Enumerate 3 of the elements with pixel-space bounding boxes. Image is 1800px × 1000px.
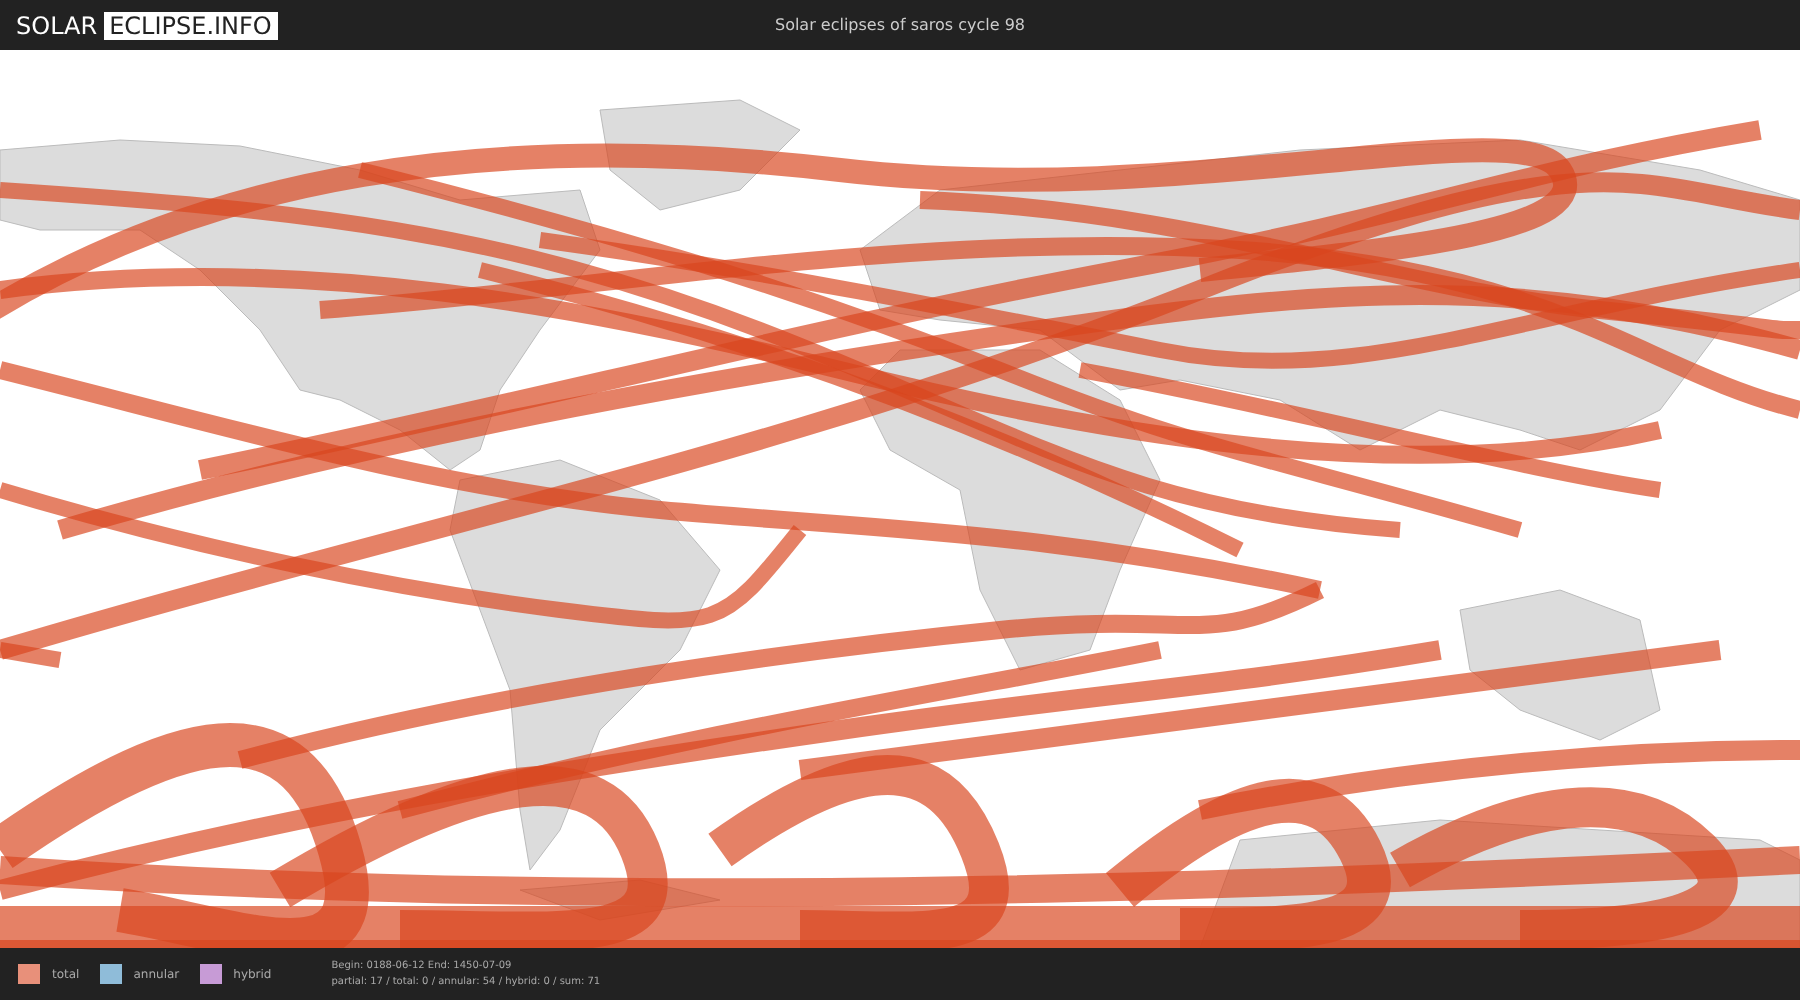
logo-text-highlight[interactable]: ECLIPSE.INFO	[103, 11, 278, 39]
logo-text[interactable]: SOLAR	[16, 11, 98, 39]
page-title: Solar eclipses of saros cycle 98	[772, 16, 1027, 34]
